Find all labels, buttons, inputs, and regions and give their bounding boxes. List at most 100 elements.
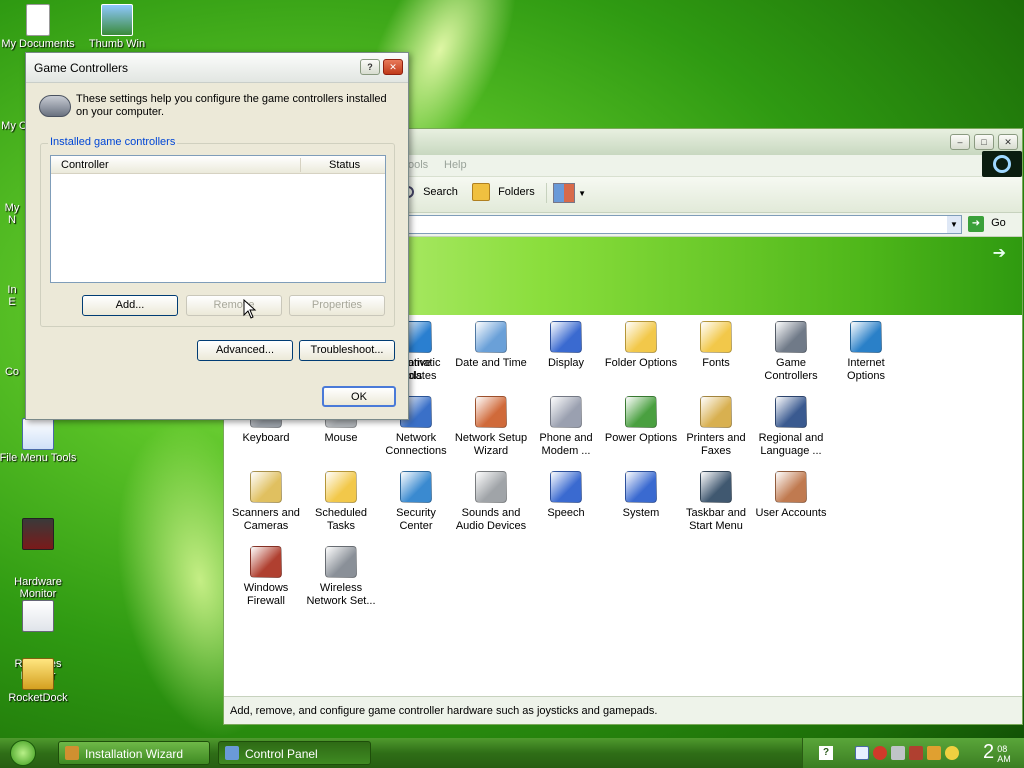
taskbar-button-installation-wizard[interactable]: Installation Wizard — [58, 741, 210, 765]
document-icon — [26, 4, 50, 36]
globe-check-icon — [850, 321, 882, 353]
control-panel-item[interactable]: Internet Options — [828, 321, 904, 383]
control-panel-item[interactable]: User Accounts — [753, 471, 829, 520]
control-panel-item[interactable]: Date and Time — [453, 321, 529, 370]
monitor-icon — [550, 321, 582, 353]
menu-help[interactable]: Help — [444, 159, 467, 171]
control-panel-item-label: Speech — [547, 507, 585, 519]
control-panel-icon — [225, 746, 239, 760]
wireless-icon — [325, 546, 357, 578]
control-panel-item-label: User Accounts — [755, 507, 827, 519]
dialog-titlebar[interactable]: Game Controllers ? ✕ — [26, 53, 408, 83]
control-panel-item-label: Game Controllers — [764, 357, 818, 382]
control-panel-item-label: Windows Firewall — [243, 582, 289, 607]
taskbar-button-control-panel[interactable]: Control Panel — [218, 741, 371, 765]
column-status[interactable]: Status — [329, 159, 360, 171]
control-panel-item-label: Phone and Modem ... — [539, 432, 593, 457]
views-button[interactable]: ▼ — [546, 183, 586, 203]
control-panel-item-label: Sounds and Audio Devices — [455, 507, 527, 532]
control-panel-item[interactable]: Wireless Network Set... — [303, 546, 379, 608]
properties-button[interactable]: Properties — [289, 295, 385, 316]
address-dropdown-button[interactable]: ▼ — [947, 216, 961, 233]
calendar-clock-icon — [475, 321, 507, 353]
network-tray-icon[interactable] — [855, 746, 869, 760]
scanner-icon — [250, 471, 282, 503]
control-panel-item[interactable]: System — [603, 471, 679, 520]
gamepad-icon — [775, 321, 807, 353]
close-button[interactable]: ✕ — [998, 134, 1018, 150]
advanced-button[interactable]: Advanced... — [197, 340, 293, 361]
security-alert-icon[interactable] — [873, 746, 887, 760]
user-globe-icon — [775, 396, 807, 428]
add-button[interactable]: Add... — [82, 295, 178, 316]
control-panel-item[interactable]: Windows Firewall — [228, 546, 304, 608]
hammer-icon — [22, 600, 54, 632]
volume-icon[interactable] — [891, 746, 905, 760]
close-button[interactable]: ✕ — [383, 59, 403, 75]
speech-icon — [550, 471, 582, 503]
chevron-down-icon: ▼ — [578, 188, 586, 198]
views-icon — [553, 183, 575, 203]
speaker-icon — [475, 471, 507, 503]
desktop-icon-my-documents[interactable]: My Documents — [0, 4, 78, 50]
desktop-icon-thumb-win[interactable]: Thumb Win — [77, 4, 157, 50]
start-button[interactable] — [10, 740, 36, 766]
control-panel-item[interactable]: Network Setup Wizard — [453, 396, 529, 458]
folder-icon — [625, 321, 657, 353]
control-panel-item-label: System — [622, 507, 660, 519]
shield-icon — [400, 471, 432, 503]
controllers-list[interactable]: Controller Status — [50, 155, 386, 283]
control-panel-item[interactable]: Display — [528, 321, 604, 370]
desktop-icon-rocketdock[interactable]: RocketDock — [0, 658, 78, 704]
desktop-icon-label: Thumb Win — [88, 38, 146, 50]
smiley-icon[interactable] — [945, 746, 959, 760]
remove-button[interactable]: Remove — [186, 295, 282, 316]
shield-tray-icon[interactable] — [927, 746, 941, 760]
control-panel-item[interactable]: Scanners and Cameras — [228, 471, 304, 533]
desktop-icon-file-menu-tools[interactable]: File Menu Tools — [0, 418, 78, 464]
control-panel-item[interactable]: Printers and Faxes — [678, 396, 754, 458]
control-panel-item[interactable]: Regional and Language ... — [753, 396, 829, 458]
control-panel-item[interactable]: Folder Options — [603, 321, 679, 370]
control-panel-item-label: Printers and Faxes — [686, 432, 746, 457]
system-tray: ? 2 08 AM — [802, 738, 1024, 768]
control-panel-item[interactable]: Phone and Modem ... — [528, 396, 604, 458]
control-panel-item-label: Scheduled Tasks — [315, 507, 367, 532]
folder-icon — [472, 183, 490, 201]
control-panel-item[interactable]: Scheduled Tasks — [303, 471, 379, 533]
control-panel-item-label: Power Options — [604, 432, 678, 444]
desktop-icon-label: RocketDock — [8, 692, 68, 704]
column-controller[interactable]: Controller — [61, 159, 109, 171]
help-icon[interactable]: ? — [819, 746, 833, 760]
maximize-button[interactable]: □ — [974, 134, 994, 150]
control-panel-item[interactable]: Game Controllers — [753, 321, 829, 383]
folders-button[interactable]: Folders — [472, 183, 535, 201]
forward-arrow-icon[interactable]: ➔ — [993, 243, 1006, 263]
printer-icon — [700, 396, 732, 428]
help-button[interactable]: ? — [360, 59, 380, 75]
control-panel-item[interactable]: Fonts — [678, 321, 754, 370]
control-panel-item-label: Security Center — [396, 507, 436, 532]
windows-logo-icon — [982, 151, 1022, 177]
control-panel-item[interactable]: Speech — [528, 471, 604, 520]
control-panel-item-label: Keyboard — [242, 432, 290, 444]
control-panel-item[interactable]: Taskbar and Start Menu — [678, 471, 754, 533]
firewall-tray-icon[interactable] — [909, 746, 923, 760]
file-menu-icon — [22, 418, 54, 450]
rocketdock-icon — [22, 658, 54, 690]
ok-button[interactable]: OK — [322, 386, 396, 407]
menu-tools[interactable]: ools — [408, 159, 428, 171]
go-button[interactable]: ➜ Go — [968, 216, 1006, 232]
control-panel-item-label: Date and Time — [455, 357, 527, 369]
taskbar-icon — [700, 471, 732, 503]
go-arrow-icon: ➜ — [968, 216, 984, 232]
control-panel-item[interactable]: Security Center — [378, 471, 454, 533]
minimize-button[interactable]: – — [950, 134, 970, 150]
clock[interactable]: 2 08 AM — [983, 741, 1011, 764]
control-panel-item-label: Network Setup Wizard — [454, 432, 528, 457]
control-panel-item[interactable]: Power Options — [603, 396, 679, 445]
search-button[interactable]: Search — [402, 186, 458, 199]
control-panel-item-label: Taskbar and Start Menu — [686, 507, 746, 532]
control-panel-item[interactable]: Sounds and Audio Devices — [453, 471, 529, 533]
troubleshoot-button[interactable]: Troubleshoot... — [299, 340, 395, 361]
